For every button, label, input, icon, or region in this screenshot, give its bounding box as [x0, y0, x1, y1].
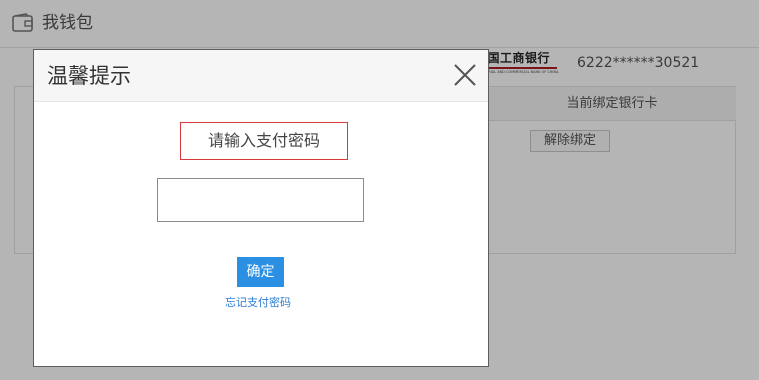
payment-password-dialog: 温馨提示 请输入支付密码 确定 忘记支付密码 [33, 49, 489, 367]
dialog-title: 温馨提示 [47, 64, 131, 88]
close-icon[interactable] [453, 63, 477, 87]
payment-password-input[interactable] [157, 178, 364, 222]
bound-card-header: 当前绑定银行卡 [487, 87, 736, 121]
page-title: 我钱包 [42, 13, 93, 33]
confirm-button[interactable]: 确定 [237, 257, 284, 287]
dialog-header: 温馨提示 [34, 50, 488, 102]
card-number: 6222******30521 [577, 55, 700, 71]
wallet-icon [12, 13, 34, 33]
page-header: 我钱包 [0, 0, 759, 48]
forgot-password-link[interactable]: 忘记支付密码 [225, 296, 291, 310]
unbind-card-button[interactable]: 解除绑定 [530, 130, 610, 152]
password-prompt: 请输入支付密码 [180, 122, 348, 160]
